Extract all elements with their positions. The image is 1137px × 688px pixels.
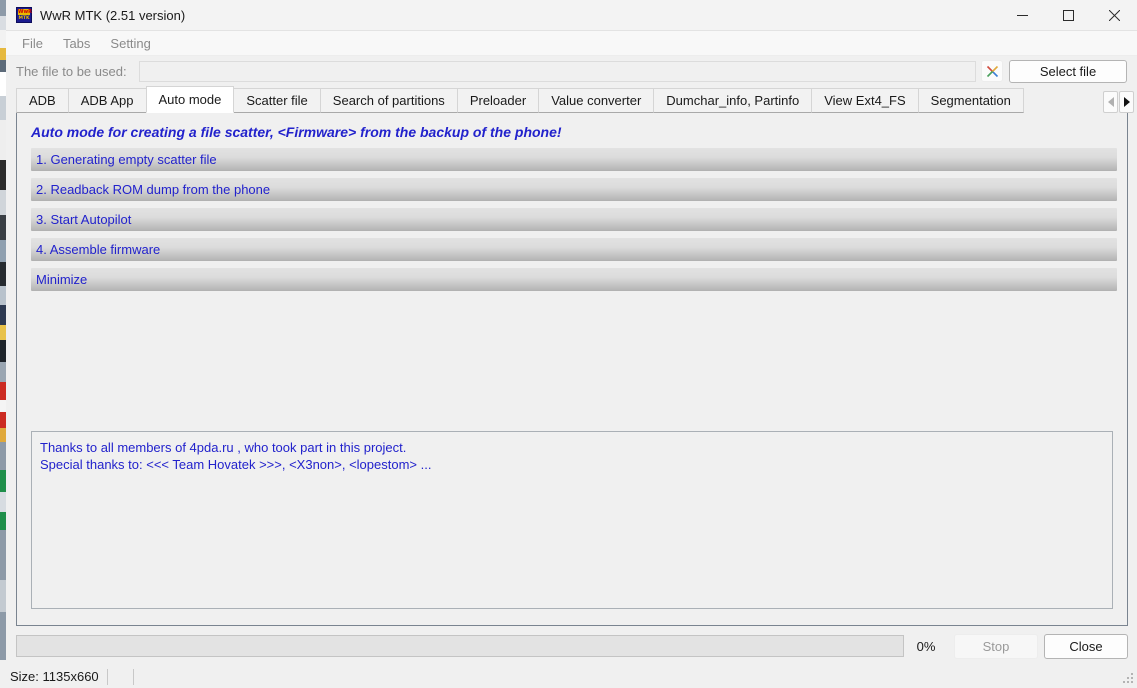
assemble-firmware-button[interactable]: 4. Assemble firmware	[31, 238, 1117, 261]
file-selection-row: The file to be used: Select file	[6, 56, 1137, 86]
menu-bar: File Tabs Setting	[6, 31, 1137, 56]
file-to-be-used-label: The file to be used:	[16, 63, 127, 79]
tab-adb-app[interactable]: ADB App	[67, 88, 147, 113]
close-button[interactable]	[1091, 0, 1137, 31]
app-logo-top-text: WwR	[18, 9, 32, 15]
tab-strip: ADB ADB App Auto mode Scatter file Searc…	[6, 86, 1137, 113]
tab-preloader[interactable]: Preloader	[456, 88, 540, 113]
window-controls	[999, 0, 1137, 31]
close-dialog-button[interactable]: Close	[1044, 633, 1128, 659]
stop-button[interactable]: Stop	[954, 633, 1038, 659]
tab-scatter-file[interactable]: Scatter file	[233, 88, 321, 113]
maximize-button[interactable]	[1045, 0, 1091, 31]
generate-empty-scatter-file-button[interactable]: 1. Generating empty scatter file	[31, 148, 1117, 171]
multicolor-x-icon	[986, 65, 998, 77]
page-title: Auto mode for creating a file scatter, <…	[31, 124, 562, 140]
tab-dumchar-info-partinfo[interactable]: Dumchar_info, Partinfo	[653, 88, 813, 113]
clear-file-button[interactable]	[981, 60, 1003, 82]
action-button-list: 1. Generating empty scatter file 2. Read…	[17, 148, 1127, 298]
tab-list: ADB ADB App Auto mode Scatter file Searc…	[16, 86, 1102, 113]
tab-scroll-controls	[1102, 86, 1134, 113]
log-output[interactable]: Thanks to all members of 4pda.ru , who t…	[31, 431, 1113, 609]
file-path-input[interactable]	[138, 60, 976, 82]
auto-mode-panel: Auto mode for creating a file scatter, <…	[16, 113, 1128, 626]
menu-item-file[interactable]: File	[12, 33, 53, 54]
panel-spacer	[17, 298, 1127, 431]
tab-value-converter[interactable]: Value converter	[538, 88, 655, 113]
tab-scroll-right-button[interactable]	[1119, 91, 1134, 113]
progress-percent-label: 0%	[916, 638, 936, 654]
tab-scroll-left-button[interactable]	[1103, 91, 1118, 113]
app-logo-icon: WwR MTK	[16, 7, 32, 23]
menu-item-tabs[interactable]: Tabs	[53, 33, 100, 54]
chevron-left-icon	[1107, 97, 1114, 107]
tab-segmentation[interactable]: Segmentation	[917, 88, 1024, 113]
menu-item-setting[interactable]: Setting	[100, 33, 160, 54]
tab-view-ext4-fs[interactable]: View Ext4_FS	[811, 88, 919, 113]
status-empty-cell	[108, 669, 134, 685]
minimize-icon	[1016, 14, 1028, 16]
app-logo-bottom-text: MTK	[18, 16, 30, 21]
window-title: WwR MTK (2.51 version)	[40, 7, 186, 23]
status-bar: Size: 1135x660	[6, 666, 1137, 688]
progress-bar	[16, 635, 904, 657]
close-icon	[1108, 9, 1120, 21]
tab-adb[interactable]: ADB	[16, 88, 69, 113]
resize-grip[interactable]	[1121, 673, 1134, 686]
bottom-bar: 0% Stop Close	[6, 626, 1137, 666]
app-window: WwR MTK WwR MTK (2.51 version) File Tabs…	[6, 0, 1137, 688]
title-bar: WwR MTK WwR MTK (2.51 version)	[6, 0, 1137, 31]
tab-auto-mode[interactable]: Auto mode	[145, 86, 235, 113]
maximize-icon	[1062, 9, 1074, 21]
start-autopilot-button[interactable]: 3. Start Autopilot	[31, 208, 1117, 231]
status-size-label: Size: 1135x660	[10, 669, 108, 685]
tab-search-of-partitions[interactable]: Search of partitions	[319, 88, 458, 113]
select-file-button[interactable]: Select file	[1009, 59, 1127, 83]
minimize-button[interactable]	[999, 0, 1045, 31]
chevron-right-icon	[1123, 97, 1130, 107]
minimize-action-button[interactable]: Minimize	[31, 268, 1117, 291]
readback-rom-dump-button[interactable]: 2. Readback ROM dump from the phone	[31, 178, 1117, 201]
